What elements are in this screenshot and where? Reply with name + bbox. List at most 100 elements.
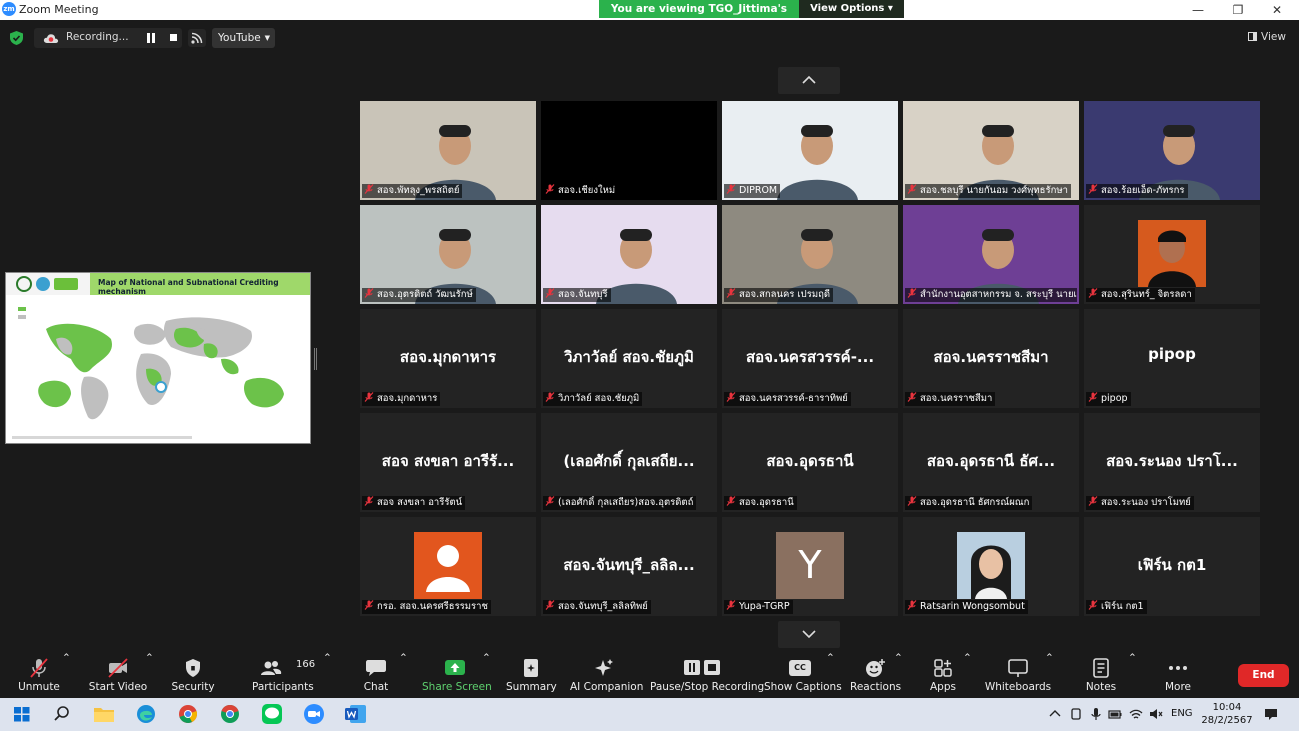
more-button[interactable]: More (1158, 652, 1198, 698)
captions-options-caret[interactable]: ⌃ (826, 652, 835, 698)
stream-target-dropdown[interactable]: YouTube ▼ (212, 28, 275, 48)
zoom-taskbar-icon[interactable] (302, 703, 326, 725)
battery-icon[interactable] (1108, 707, 1122, 721)
whiteboards-options-caret[interactable]: ⌃ (1045, 652, 1054, 698)
input-language-indicator[interactable]: ENG (1171, 708, 1193, 719)
default-avatar-icon (414, 532, 482, 599)
ai-companion-button[interactable]: AI Companion (570, 652, 643, 698)
shared-screen-view[interactable]: Map of National and Subnational Creditin… (5, 272, 311, 444)
participant-tile[interactable]: สอจ.อุดรธานี ธัศ... สอจ.อุดรธานี ธัศกรณ์ผ… (903, 413, 1079, 512)
more-label: More (1164, 681, 1192, 693)
participant-tile[interactable]: สอจ.อุตรดิตถ์ วัฒนรักษ์ (360, 205, 536, 304)
participant-tile[interactable]: DIPROM (722, 101, 898, 200)
participant-tile[interactable]: (เลอศักดิ์ กุลเสถีย... (เลอศักดิ์ กุลเสถี… (541, 413, 717, 512)
screen-share-banner: You are viewing TGO_Jittima's screen Vie… (599, 0, 904, 33)
muted-microphone-icon (726, 496, 736, 506)
share-banner-message: You are viewing TGO_Jittima's screen (610, 3, 788, 33)
chat-button[interactable]: Chat (356, 652, 396, 698)
participant-name: สอจ.เชียงใหม่ (558, 185, 616, 196)
security-button[interactable]: Security (170, 652, 216, 698)
participant-name: สอจ.ชลบุรี นายกันอม วงศ์พุทธรักษา (920, 185, 1068, 196)
close-icon[interactable]: ✕ (1267, 1, 1287, 19)
gallery-next-page-button[interactable] (778, 621, 840, 648)
device-icon[interactable] (1069, 707, 1083, 721)
participant-tile[interactable]: สอจ.อุดรธานี สอจ.อุดรธานี (722, 413, 898, 512)
pause-stop-icon (684, 660, 720, 675)
end-meeting-button[interactable]: End (1238, 664, 1289, 687)
participant-tile[interactable]: Ratsarin Wongsombut (903, 517, 1079, 616)
notes-options-caret[interactable]: ⌃ (1128, 652, 1137, 698)
chat-options-caret[interactable]: ⌃ (399, 652, 408, 698)
participant-tile[interactable]: สอจ.เชียงใหม่ (541, 101, 717, 200)
panel-resize-handle[interactable] (314, 348, 317, 370)
zoom-app-icon: zm (2, 2, 16, 16)
participant-tile[interactable]: สอจ.สุรินทร์_ จิตรลดา (1084, 205, 1260, 304)
apps-button[interactable]: Apps (922, 652, 964, 698)
participant-display-name: วิภาวัลย์ สอจ.ชัยภูมิ (564, 348, 694, 366)
participant-tile[interactable]: สอจ.สกลนคร เปรมฤดี (722, 205, 898, 304)
participant-name: สอจ สงขลา อารีรัตน์ (377, 497, 463, 508)
microphone-tray-icon[interactable] (1089, 707, 1103, 721)
live-stream-icon[interactable] (188, 29, 206, 47)
participant-tile[interactable]: pipop pipop (1084, 309, 1260, 408)
windows-start-icon[interactable] (10, 703, 34, 725)
notifications-icon[interactable] (1264, 707, 1278, 721)
restore-icon[interactable]: ❐ (1228, 1, 1248, 19)
view-button[interactable]: View (1248, 28, 1290, 46)
whiteboards-button[interactable]: Whiteboards (984, 652, 1052, 698)
audio-options-caret[interactable]: ⌃ (62, 652, 71, 698)
share-options-caret[interactable]: ⌃ (482, 652, 491, 698)
participant-tile[interactable]: สอจ.มุกดาหาร สอจ.มุกดาหาร (360, 309, 536, 408)
participants-options-caret[interactable]: ⌃ (323, 652, 332, 698)
notes-button[interactable]: Notes (1080, 652, 1122, 698)
participant-tile[interactable]: สอจ.จันทบุรี (541, 205, 717, 304)
search-icon[interactable] (50, 703, 74, 725)
video-options-caret[interactable]: ⌃ (145, 652, 154, 698)
reactions-button[interactable]: Reactions (850, 652, 901, 698)
word-app-icon[interactable] (344, 703, 368, 725)
pause-stop-recording-button[interactable]: Pause/Stop Recording (650, 652, 764, 698)
participant-display-name: (เลอศักดิ์ กุลเสถีย... (563, 452, 695, 470)
apps-options-caret[interactable]: ⌃ (963, 652, 972, 698)
chevron-up-icon[interactable] (1048, 707, 1062, 721)
minimize-icon[interactable]: — (1188, 1, 1208, 19)
unmute-button[interactable]: Unmute (12, 652, 66, 698)
participant-tile[interactable]: สอจ.จันทบุรี_ลลิล... สอจ.จันทบุรี_ลลิลทิพ… (541, 517, 717, 616)
participant-tile[interactable]: สอจ.ระนอง ปราโ... สอจ.ระนอง ปราโมทย์ (1084, 413, 1260, 512)
stop-recording-icon[interactable] (170, 34, 177, 41)
line-app-icon[interactable] (260, 703, 284, 725)
reactions-options-caret[interactable]: ⌃ (894, 652, 903, 698)
start-video-button[interactable]: Start Video (88, 652, 148, 698)
participant-tile[interactable]: กรอ. สอจ.นครศรีธรรมราช (360, 517, 536, 616)
encryption-shield-icon[interactable] (10, 31, 23, 45)
pause-recording-icon[interactable] (146, 33, 156, 43)
chrome-browser-icon[interactable] (176, 703, 200, 725)
cloud-recording-icon (43, 34, 59, 43)
view-options-button[interactable]: View Options ▾ (799, 0, 904, 18)
participant-tile[interactable]: สอจ.ร้อยเอ็ด-ภัทรกร (1084, 101, 1260, 200)
participant-tile[interactable]: สอจ.พัทลุง_พรสถิตย์ (360, 101, 536, 200)
chrome-profile-icon[interactable] (218, 703, 242, 725)
notes-label: Notes (1085, 681, 1117, 693)
participant-tile[interactable]: วิภาวัลย์ สอจ.ชัยภูมิ วิภาวัลย์ สอจ.ชัยภู… (541, 309, 717, 408)
participant-tile[interactable]: Y Yupa-TGRP (722, 517, 898, 616)
file-explorer-icon[interactable] (92, 703, 116, 725)
participant-tile[interactable]: สอจ สงขลา อารีรั... สอจ สงขลา อารีรัตน์ (360, 413, 536, 512)
participant-tile[interactable]: เฟิร์น กต1 เฟิร์น กต1 (1084, 517, 1260, 616)
volume-muted-icon[interactable] (1149, 707, 1163, 721)
participant-name-label: สอจ.อุดรธานี ธัศกรณ์ผณก (905, 496, 1033, 510)
wifi-icon[interactable] (1129, 707, 1143, 721)
participant-tile[interactable]: สอจ.นครสวรรค์-... สอจ.นครสวรรค์-ธาราทิพย์ (722, 309, 898, 408)
clock-date: 28/2/2567 (1201, 715, 1253, 726)
taskbar-clock[interactable]: 10:04 28/2/2567 (1197, 701, 1257, 727)
summary-button[interactable]: Summary (506, 652, 557, 698)
participant-tile[interactable]: สำนักงานอุตสาหกรรม จ. สระบุรี นายเพชร (903, 205, 1079, 304)
participant-tile[interactable]: สอจ.ชลบุรี นายกันอม วงศ์พุทธรักษา (903, 101, 1079, 200)
share-screen-button[interactable]: Share Screen (422, 652, 492, 698)
gallery-prev-page-button[interactable] (778, 67, 840, 94)
participants-button[interactable]: 166 Participants (252, 652, 315, 698)
participant-name-label: สอจ.อุดรธานี (724, 496, 797, 510)
edge-browser-icon[interactable] (134, 703, 158, 725)
muted-microphone-icon (907, 496, 917, 506)
participant-tile[interactable]: สอจ.นครราชสีมา สอจ.นครราชสีมา (903, 309, 1079, 408)
